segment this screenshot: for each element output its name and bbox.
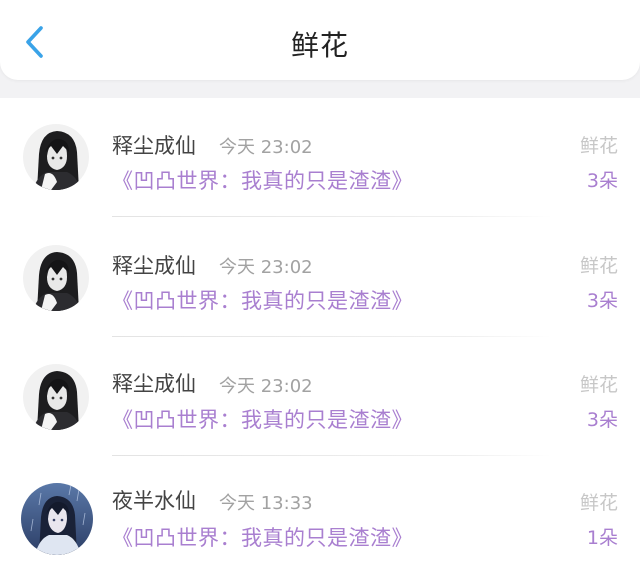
timestamp: 今天 23:02 xyxy=(219,137,313,158)
avatar[interactable] xyxy=(23,244,89,311)
dark-hair-girl-avatar-icon xyxy=(23,244,89,311)
gift-type-label: 鲜花 xyxy=(579,135,618,157)
top-bar: 鲜花 xyxy=(0,0,640,80)
user-name[interactable]: 释尘成仙 xyxy=(112,368,196,398)
timestamp: 今天 23:02 xyxy=(219,376,313,397)
timestamp: 今天 23:02 xyxy=(219,256,313,278)
book-title-link[interactable]: 《凹凸世界：我真的只是渣渣》 xyxy=(112,165,413,195)
gift-type-label: 鲜花 xyxy=(579,374,618,396)
page-title: 鲜花 xyxy=(290,29,349,62)
list-item[interactable]: 释尘成仙 今天 23:02 《凹凸世界：我真的只是渣渣》 鲜花 3朵 xyxy=(0,98,640,218)
gift-count: 3朵 xyxy=(586,170,618,192)
book-title-link[interactable]: 《凹凸世界：我真的只是渣渣》 xyxy=(112,404,413,434)
book-title-link[interactable]: 《凹凸世界：我真的只是渣渣》 xyxy=(112,285,413,315)
dark-hair-girl-avatar-icon xyxy=(23,124,89,190)
flower-record-list: 释尘成仙 今天 23:02 《凹凸世界：我真的只是渣渣》 鲜花 3朵 释尘成仙 … xyxy=(0,98,640,575)
list-item[interactable]: 释尘成仙 今天 23:02 《凹凸世界：我真的只是渣渣》 鲜花 3朵 xyxy=(0,337,640,457)
book-title-link[interactable]: 《凹凸世界：我真的只是渣渣》 xyxy=(112,522,413,552)
blue-rain-girl-avatar-icon xyxy=(21,482,93,555)
gift-count: 1朵 xyxy=(586,526,618,549)
list-item[interactable]: 夜半水仙 今天 13:33 《凹凸世界：我真的只是渣渣》 鲜花 1朵 xyxy=(0,457,640,575)
gift-type-label: 鲜花 xyxy=(579,491,618,514)
gift-type-label: 鲜花 xyxy=(579,254,618,277)
dark-hair-girl-avatar-icon xyxy=(23,364,89,430)
avatar[interactable] xyxy=(23,364,89,430)
gift-count: 3朵 xyxy=(586,289,618,312)
list-item[interactable]: 释尘成仙 今天 23:02 《凹凸世界：我真的只是渣渣》 鲜花 3朵 xyxy=(0,218,640,338)
flower-records-page: 鲜花 释尘成仙 今天 23:02 《凹凸世界：我真的只是渣渣》 鲜花 3朵 释尘… xyxy=(0,0,640,575)
user-name[interactable]: 夜半水仙 xyxy=(112,485,196,515)
gift-count: 3朵 xyxy=(586,409,618,431)
avatar[interactable] xyxy=(23,124,89,190)
user-name[interactable]: 释尘成仙 xyxy=(112,130,196,160)
avatar[interactable] xyxy=(21,482,93,555)
user-name[interactable]: 释尘成仙 xyxy=(112,250,196,280)
timestamp: 今天 13:33 xyxy=(219,492,313,514)
header-area: 鲜花 xyxy=(0,0,640,98)
